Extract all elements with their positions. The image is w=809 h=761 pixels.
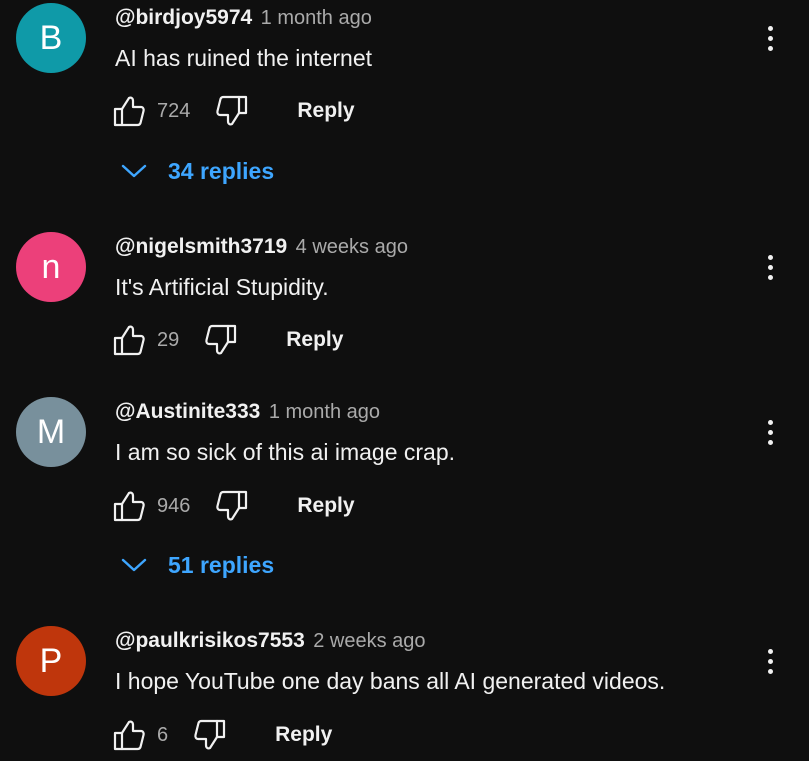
thumbs-up-icon[interactable] xyxy=(112,323,146,357)
avatar-letter: M xyxy=(36,412,66,451)
comment-header: @nigelsmith3719 4 weeks ago xyxy=(115,233,408,263)
thumbs-down-icon[interactable] xyxy=(193,718,227,752)
thumbs-down-icon[interactable] xyxy=(215,489,249,523)
view-replies-button[interactable]: 51 replies xyxy=(120,549,274,581)
avatar[interactable]: n xyxy=(16,232,86,302)
more-actions-button[interactable] xyxy=(758,415,782,449)
comment-timestamp[interactable]: 1 month ago xyxy=(269,401,380,423)
comment-text: It's Artificial Stupidity. xyxy=(115,274,329,300)
thumbs-up-icon[interactable] xyxy=(112,94,146,128)
like-count: 724 xyxy=(157,99,191,122)
comment-timestamp[interactable]: 2 weeks ago xyxy=(313,630,425,652)
more-vertical-icon xyxy=(767,254,773,260)
more-vertical-icon xyxy=(767,648,773,654)
more-actions-button[interactable] xyxy=(758,21,782,55)
comment-author[interactable]: @birdjoy5974 xyxy=(115,6,252,29)
avatar-letter: n xyxy=(41,247,61,286)
chevron-down-icon xyxy=(121,164,147,178)
like-count: 946 xyxy=(157,494,191,517)
comment-text: I hope YouTube one day bans all AI gener… xyxy=(115,668,666,694)
view-replies-button[interactable]: 34 replies xyxy=(120,155,274,187)
comment-header: @paulkrisikos7553 2 weeks ago xyxy=(115,627,426,657)
thumbs-down-icon[interactable] xyxy=(204,323,238,357)
avatar-letter: P xyxy=(39,641,63,680)
comment-actions: 29 Reply xyxy=(112,322,343,358)
thumbs-up-icon[interactable] xyxy=(112,718,146,752)
like-count: 29 xyxy=(157,328,180,351)
more-actions-button[interactable] xyxy=(758,250,782,284)
comment-timestamp[interactable]: 1 month ago xyxy=(261,7,372,29)
reply-button[interactable]: Reply xyxy=(297,494,354,518)
comment-actions: 946 Reply xyxy=(112,488,355,524)
comment-timestamp[interactable]: 4 weeks ago xyxy=(296,236,408,258)
comment-author[interactable]: @paulkrisikos7553 xyxy=(115,629,305,652)
comment-text: AI has ruined the internet xyxy=(115,45,372,71)
replies-count: 51 replies xyxy=(168,551,275,578)
avatar[interactable]: B xyxy=(16,3,86,73)
comment-actions: 6 Reply xyxy=(112,717,332,753)
comment-actions: 724 Reply xyxy=(112,93,355,129)
comment-header: @birdjoy5974 1 month ago xyxy=(115,4,372,34)
comment-text: I am so sick of this ai image crap. xyxy=(115,439,456,465)
thumbs-down-icon[interactable] xyxy=(215,94,249,128)
avatar[interactable]: P xyxy=(16,626,86,696)
avatar[interactable]: M xyxy=(16,397,86,467)
comment-author[interactable]: @nigelsmith3719 xyxy=(115,235,287,258)
reply-button[interactable]: Reply xyxy=(286,328,343,352)
avatar-letter: B xyxy=(39,18,63,57)
reply-button[interactable]: Reply xyxy=(297,99,354,123)
like-count: 6 xyxy=(157,723,169,746)
more-vertical-icon xyxy=(767,25,773,31)
more-actions-button[interactable] xyxy=(758,644,782,678)
replies-count: 34 replies xyxy=(168,157,275,184)
more-vertical-icon xyxy=(767,419,773,425)
thumbs-up-icon[interactable] xyxy=(112,489,146,523)
reply-button[interactable]: Reply xyxy=(275,723,332,747)
comment-header: @Austinite333 1 month ago xyxy=(115,398,380,428)
chevron-down-icon xyxy=(121,558,147,572)
comment-author[interactable]: @Austinite333 xyxy=(115,400,260,423)
